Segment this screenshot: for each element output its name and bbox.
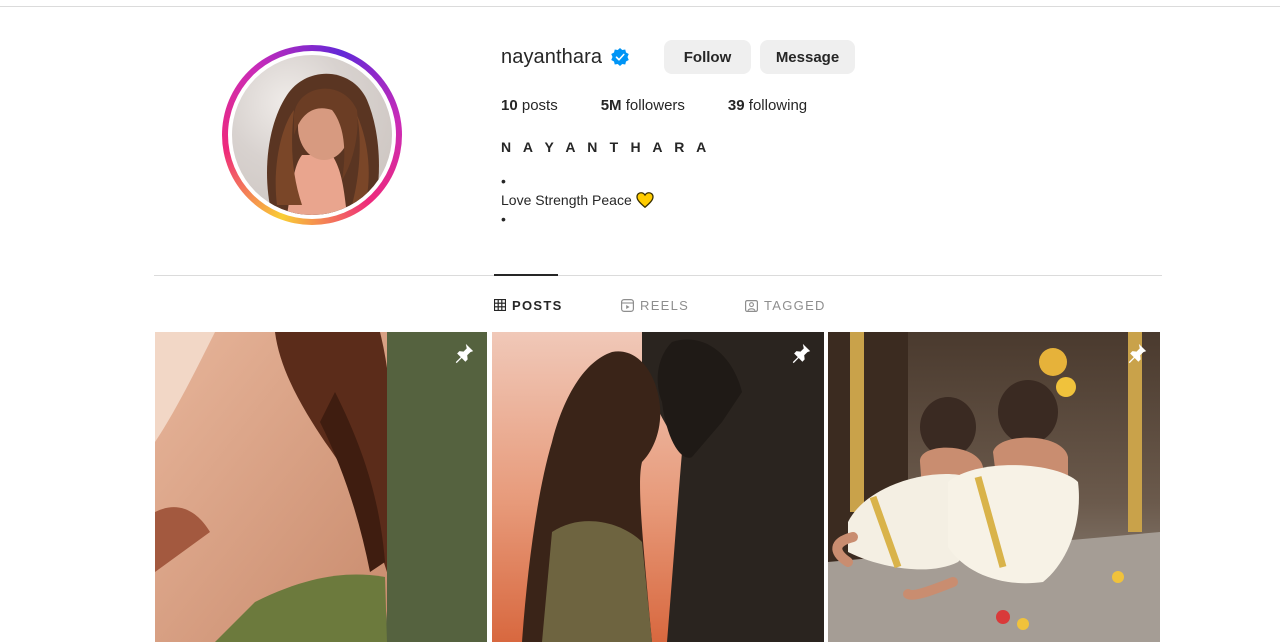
post-image [155,332,487,642]
followers-stat[interactable]: 5M followers [601,97,685,114]
followers-label: followers [625,97,685,114]
following-stat[interactable]: 39 following [728,97,807,114]
top-divider [0,6,1280,7]
message-button[interactable]: Message [760,40,855,74]
username: nayanthara [501,45,603,68]
avatar-image [267,73,379,215]
avatar-border [228,51,396,219]
bio-text: Love Strength Peace [501,192,632,208]
posts-label: posts [521,97,558,114]
posts-count: 10 [501,97,518,114]
post-image [828,332,1160,642]
tab-tagged[interactable]: TAGGED [745,296,826,314]
pinned-icon [455,343,474,364]
profile-stats: 10 posts 5M followers 39 following [501,97,850,114]
following-label: following [748,97,808,114]
tab-reels[interactable]: REELS [621,296,689,314]
active-tab-indicator [494,274,558,276]
post-thumbnail[interactable] [155,332,487,642]
post-thumbnail[interactable] [492,332,824,642]
username-row: nayanthara [501,40,630,74]
profile-avatar[interactable] [222,45,402,225]
tab-posts-label: POSTS [512,297,563,313]
bio-text-line: Love Strength Peace [501,191,654,210]
following-count: 39 [727,97,745,114]
tab-posts[interactable]: POSTS [494,296,563,314]
bio-bullet-2: • [501,211,506,227]
followers-count: 5M [600,97,622,114]
profile-bio: • Love Strength Peace • [501,172,654,229]
profile-full-name: N A Y A N T H A R A [501,139,711,155]
tab-reels-label: REELS [640,297,690,313]
avatar-photo [232,55,392,215]
tabs-divider [154,275,1162,276]
bio-bullet-1: • [501,173,506,189]
follow-button[interactable]: Follow [664,40,751,74]
verified-badge-icon [611,48,629,66]
grid-icon [494,299,506,311]
posts-stat: 10 posts [501,97,558,114]
post-image [492,332,824,642]
pinned-icon [792,343,811,364]
post-thumbnail[interactable] [828,332,1160,642]
reels-icon [621,298,634,312]
pinned-icon [1128,343,1147,364]
tab-tagged-label: TAGGED [764,297,826,313]
yellow-heart-icon [636,192,654,208]
tagged-icon [745,299,758,312]
